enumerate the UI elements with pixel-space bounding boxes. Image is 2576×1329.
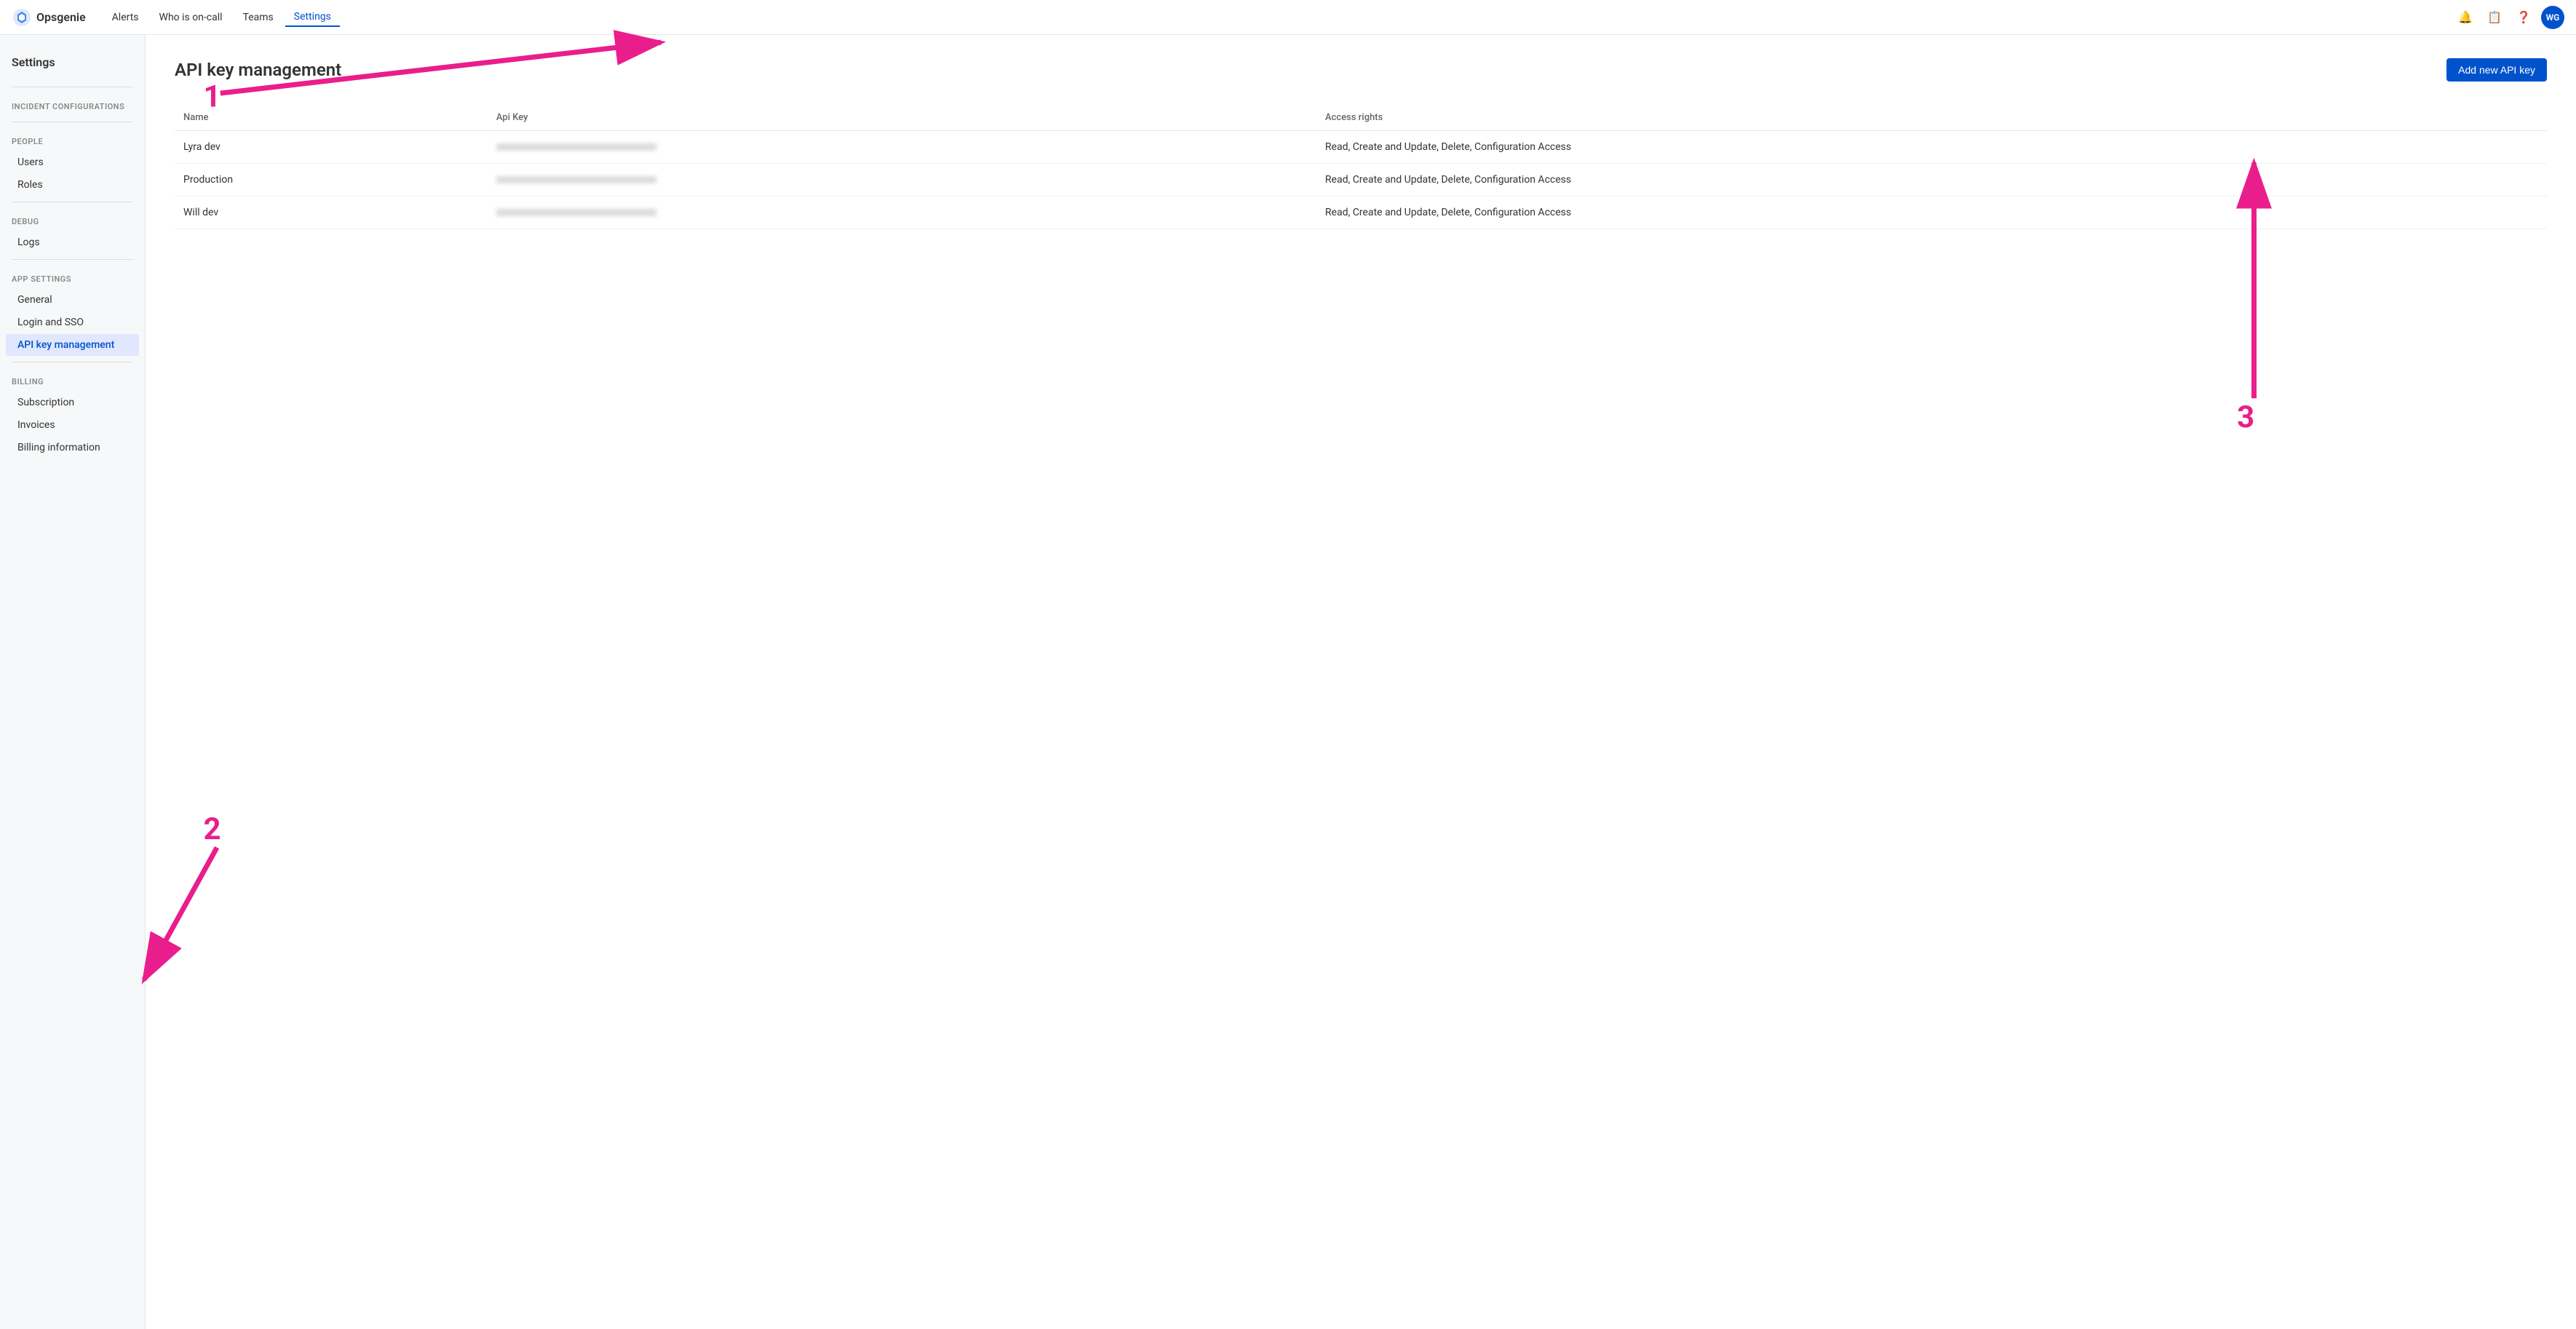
col-name: Name: [175, 105, 488, 131]
api-keys-table: Name Api Key Access rights Lyra dev Read…: [175, 105, 2547, 229]
updates-icon[interactable]: 📋: [2483, 6, 2506, 29]
add-new-api-key-button[interactable]: Add new API key: [2446, 58, 2547, 82]
row-name: Will dev: [175, 197, 488, 229]
table-row: Lyra dev Read, Create and Update, Delete…: [175, 131, 2547, 164]
sidebar-section-incident: INCIDENT CONFIGURATIONS: [0, 93, 145, 116]
api-key-value: [496, 209, 656, 216]
logo[interactable]: Opsgenie: [12, 7, 86, 28]
row-api-key: [488, 131, 1316, 164]
sidebar-section-billing: BILLING: [0, 368, 145, 391]
notifications-icon[interactable]: 🔔: [2454, 6, 2477, 29]
row-access-rights: Read, Create and Update, Delete, Configu…: [1316, 164, 2547, 197]
sidebar-item-subscription[interactable]: Subscription: [6, 392, 139, 413]
sidebar: Settings INCIDENT CONFIGURATIONS PEOPLE …: [0, 35, 146, 1329]
row-name: Production: [175, 164, 488, 197]
sidebar-section-debug: DEBUG: [0, 208, 145, 231]
row-api-key: [488, 197, 1316, 229]
top-navigation: Opsgenie Alerts Who is on-call Teams Set…: [0, 0, 2576, 35]
row-access-rights: Read, Create and Update, Delete, Configu…: [1316, 131, 2547, 164]
table-header-row: Name Api Key Access rights: [175, 105, 2547, 131]
sidebar-divider-3: [12, 259, 133, 260]
sidebar-item-general[interactable]: General: [6, 289, 139, 311]
sidebar-item-users[interactable]: Users: [6, 151, 139, 173]
col-api-key: Api Key: [488, 105, 1316, 131]
nav-links: Alerts Who is on-call Teams Settings: [103, 8, 2454, 27]
main-content: API key management Add new API key Name …: [146, 35, 2576, 1329]
sidebar-item-api-key-management[interactable]: API key management: [6, 334, 139, 356]
sidebar-item-logs[interactable]: Logs: [6, 231, 139, 253]
topnav-right: 🔔 📋 ❓ WG: [2454, 6, 2564, 29]
row-name: Lyra dev: [175, 131, 488, 164]
sidebar-title: Settings: [0, 49, 145, 81]
sidebar-item-login-sso[interactable]: Login and SSO: [6, 312, 139, 333]
sidebar-section-app-settings: APP SETTINGS: [0, 266, 145, 288]
help-icon[interactable]: ❓: [2512, 6, 2535, 29]
sidebar-item-invoices[interactable]: Invoices: [6, 414, 139, 436]
main-layout: Settings INCIDENT CONFIGURATIONS PEOPLE …: [0, 35, 2576, 1329]
table-row: Production Read, Create and Update, Dele…: [175, 164, 2547, 197]
col-access-rights: Access rights: [1316, 105, 2547, 131]
row-access-rights: Read, Create and Update, Delete, Configu…: [1316, 197, 2547, 229]
table-row: Will dev Read, Create and Update, Delete…: [175, 197, 2547, 229]
row-api-key: [488, 164, 1316, 197]
user-avatar[interactable]: WG: [2541, 6, 2564, 29]
table-body: Lyra dev Read, Create and Update, Delete…: [175, 131, 2547, 229]
api-key-value: [496, 143, 656, 151]
logo-text: Opsgenie: [36, 10, 86, 24]
nav-alerts[interactable]: Alerts: [103, 9, 148, 26]
opsgenie-logo-icon: [12, 7, 32, 28]
nav-teams[interactable]: Teams: [234, 9, 282, 26]
sidebar-item-billing-information[interactable]: Billing information: [6, 437, 139, 459]
sidebar-section-people: PEOPLE: [0, 128, 145, 151]
api-keys-table-container: Name Api Key Access rights Lyra dev Read…: [175, 105, 2547, 229]
nav-who-is-on-call[interactable]: Who is on-call: [151, 9, 231, 26]
sidebar-item-roles[interactable]: Roles: [6, 174, 139, 196]
api-key-value: [496, 176, 656, 183]
page-title: API key management: [175, 60, 341, 80]
table-header: Name Api Key Access rights: [175, 105, 2547, 131]
nav-settings[interactable]: Settings: [285, 8, 340, 27]
page-header: API key management Add new API key: [175, 58, 2547, 82]
